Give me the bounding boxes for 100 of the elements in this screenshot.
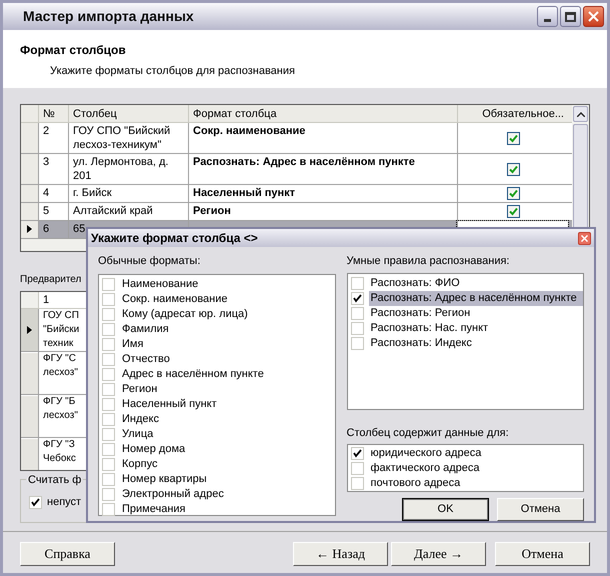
maximize-icon xyxy=(565,12,576,22)
option-label[interactable]: Регион xyxy=(120,382,160,396)
dialog-button[interactable]: OK xyxy=(402,498,489,521)
checkbox[interactable] xyxy=(102,338,115,350)
option-label[interactable]: Наименование xyxy=(120,276,200,292)
checkbox[interactable] xyxy=(102,398,115,410)
option-label[interactable]: Электронный адрес xyxy=(120,486,226,502)
checkbox[interactable] xyxy=(102,502,115,516)
row-header-cell[interactable] xyxy=(21,203,38,220)
checkbox-label[interactable]: непуст xyxy=(47,494,82,510)
dialog-button[interactable]: Отмена xyxy=(497,498,584,521)
group-label: Считать ф xyxy=(26,472,84,488)
cell-text: ФГУ "С xyxy=(43,352,76,366)
column-header[interactable]: Обязательное... xyxy=(457,105,568,122)
option-label[interactable]: Населенный пункт xyxy=(120,396,219,412)
grid-row[interactable]: 5 Алтайский край Регион xyxy=(21,203,572,221)
row-header-cell[interactable] xyxy=(21,185,38,202)
checkbox[interactable] xyxy=(350,306,364,320)
checkbox[interactable] xyxy=(350,336,364,350)
checkbox[interactable] xyxy=(350,322,364,334)
wizard-button[interactable]: Отмена xyxy=(495,542,590,566)
maximize-button[interactable] xyxy=(560,6,581,27)
wizard-button[interactable]: Справка xyxy=(20,542,115,566)
column-header[interactable]: Столбец xyxy=(68,105,188,122)
table-cell: 3 xyxy=(38,154,68,184)
row-pointer-icon xyxy=(27,225,32,234)
checkbox[interactable] xyxy=(102,412,115,426)
list-label: Умные правила распознавания: xyxy=(346,254,510,269)
option-label[interactable]: Распознать: Индекс xyxy=(368,336,474,350)
checked-checkbox[interactable] xyxy=(506,187,520,200)
option-label[interactable]: Кому (адресат юр. лица) xyxy=(120,306,250,322)
checkbox[interactable] xyxy=(102,472,115,486)
list-label: Обычные форматы: xyxy=(98,254,202,269)
checkbox[interactable] xyxy=(350,276,364,290)
table-cell: ГОУ СПО "Бийский лесхоз-техникум" xyxy=(68,123,188,153)
row-header-cell[interactable] xyxy=(21,221,38,238)
option-label[interactable]: Распознать: Нас. пункт xyxy=(368,320,490,336)
row-header-cell[interactable] xyxy=(21,438,38,470)
grid-row[interactable]: 4 г. Бийск Населенный пункт xyxy=(21,185,572,203)
row-header-cell[interactable] xyxy=(21,352,38,394)
row-header-cell[interactable] xyxy=(21,154,38,184)
option-label[interactable]: Адрес в населённом пункте xyxy=(120,366,266,382)
list-label: Столбец содержит данные для: xyxy=(346,426,510,440)
close-icon xyxy=(588,11,599,22)
cell-text: техник xyxy=(43,337,74,351)
wizard-button[interactable]: ← Назад xyxy=(293,542,388,566)
checkbox[interactable] xyxy=(102,368,115,380)
close-button[interactable] xyxy=(583,6,604,27)
option-label[interactable]: фактического адреса xyxy=(368,461,482,476)
option-label[interactable]: Улица xyxy=(120,426,156,442)
step-title: Формат столбцов xyxy=(20,42,127,59)
table-cell: г. Бийск xyxy=(68,185,188,202)
checkbox[interactable] xyxy=(350,462,364,475)
option-label[interactable]: Корпус xyxy=(120,456,160,472)
cell-text: лесхоз" xyxy=(43,366,78,380)
checkbox[interactable] xyxy=(102,322,115,336)
option-label[interactable]: почтового адреса xyxy=(368,476,462,491)
checked-checkbox[interactable] xyxy=(506,132,520,144)
minimize-button[interactable] xyxy=(537,6,558,27)
option-label[interactable]: Отчество xyxy=(120,352,172,366)
table-cell: 5 xyxy=(38,203,68,220)
checked-checkbox[interactable] xyxy=(506,162,520,176)
option-label[interactable]: Номер квартиры xyxy=(120,472,209,486)
wizard-button[interactable]: Далее → xyxy=(391,542,486,566)
checkbox[interactable] xyxy=(350,477,364,490)
checked-checkbox[interactable] xyxy=(506,205,520,218)
grid-row[interactable]: 3 ул. Лермонтова, д. 201 Распознать: Адрес в населённом пункте xyxy=(21,154,572,185)
cell-text: лесхоз" xyxy=(43,409,78,423)
step-subtitle: Укажите форматы столбцов для распознавания xyxy=(49,64,296,79)
row-header-cell[interactable] xyxy=(21,309,38,351)
column-header[interactable]: № xyxy=(38,105,68,122)
checkbox[interactable] xyxy=(102,458,115,470)
checkbox[interactable] xyxy=(102,292,115,306)
option-label[interactable]: Распознать: Регион xyxy=(368,306,472,320)
table-cell: Алтайский край xyxy=(68,203,188,220)
grid-row[interactable]: 2 ГОУ СПО "Бийский лесхоз-техникум" Сокр. наименование xyxy=(21,123,572,154)
option-label[interactable]: Фамилия xyxy=(120,322,171,336)
option-label[interactable]: Номер дома xyxy=(120,442,188,456)
option-label[interactable]: Сокр. наименование xyxy=(120,292,230,306)
section-label: Предварител xyxy=(20,273,82,287)
option-label[interactable]: Имя xyxy=(120,336,146,352)
checkbox[interactable] xyxy=(102,352,115,366)
close-button[interactable] xyxy=(578,232,591,244)
option-label[interactable]: Индекс xyxy=(120,412,161,426)
checkbox[interactable] xyxy=(102,442,115,456)
option-label[interactable]: юридического адреса xyxy=(368,446,484,461)
row-header-cell[interactable] xyxy=(21,395,38,437)
checkbox[interactable] xyxy=(102,308,115,320)
column-header[interactable]: Формат столбца xyxy=(188,105,457,122)
option-label[interactable]: Примечания xyxy=(120,502,188,516)
row-header-cell[interactable] xyxy=(21,123,38,153)
checkbox[interactable] xyxy=(102,382,115,396)
close-icon xyxy=(581,234,588,242)
checkbox[interactable] xyxy=(102,488,115,500)
checkbox[interactable] xyxy=(102,428,115,440)
window-title: Мастер импорта данных xyxy=(23,7,194,26)
checkbox[interactable] xyxy=(102,278,115,290)
option-label[interactable]: Распознать: ФИО xyxy=(368,276,462,290)
option-label[interactable]: Распознать: Адрес в населённом пункте xyxy=(368,290,583,306)
table-cell: 6 xyxy=(38,221,68,238)
